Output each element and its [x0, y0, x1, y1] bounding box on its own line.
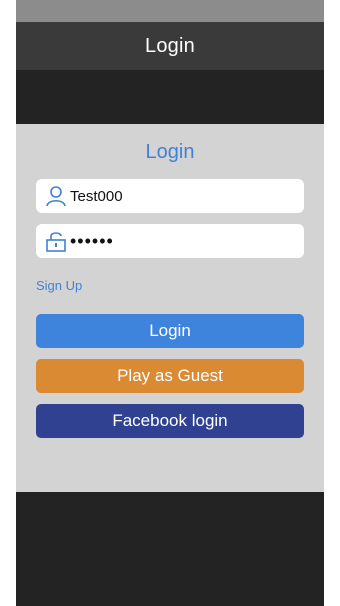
- panel-title: Login: [145, 141, 195, 163]
- login-button[interactable]: Login: [36, 314, 304, 348]
- password-field[interactable]: [36, 224, 304, 258]
- username-field[interactable]: [36, 179, 304, 213]
- nav-title: Login: [145, 34, 195, 57]
- sign-up-link[interactable]: Sign Up: [36, 278, 82, 293]
- facebook-login-button[interactable]: Facebook login: [36, 404, 304, 438]
- password-input[interactable]: [68, 226, 288, 256]
- login-panel: Login Sign Up Login Play as Gue: [16, 124, 324, 492]
- phone-screen: Login Login Sign Up Logi: [16, 0, 324, 606]
- navigation-bar: Login: [16, 22, 324, 70]
- user-icon: [44, 184, 68, 208]
- lock-icon: [44, 229, 68, 253]
- status-bar: [16, 0, 324, 22]
- username-input[interactable]: [68, 181, 288, 211]
- play-as-guest-button[interactable]: Play as Guest: [36, 359, 304, 393]
